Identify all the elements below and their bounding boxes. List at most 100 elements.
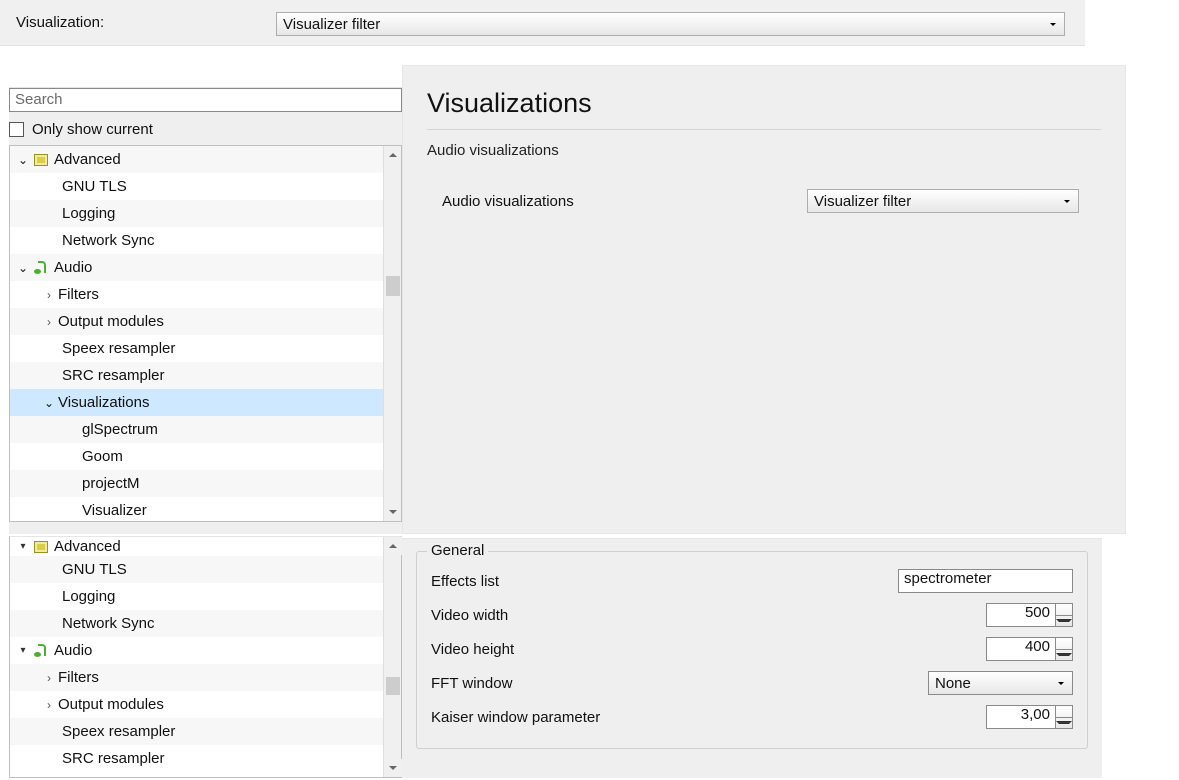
scroll-up-button[interactable]: [384, 146, 402, 164]
spin-down-icon[interactable]: [1056, 650, 1072, 661]
spin-up-icon[interactable]: [1056, 706, 1072, 718]
tree-item-speex[interactable]: Speex resampler: [10, 718, 401, 745]
settings-detail-panel: Visualizations Audio visualizations Audi…: [402, 65, 1126, 534]
tree-item-logging[interactable]: Logging: [10, 583, 401, 610]
tree-label: Audio: [54, 642, 92, 659]
tree-item-output-modules[interactable]: › Output modules: [10, 691, 401, 718]
effects-list-input[interactable]: spectrometer: [898, 569, 1073, 593]
general-group: General Effects list spectrometer Video …: [416, 551, 1088, 749]
scroll-down-button[interactable]: [384, 503, 402, 521]
video-height-spinner[interactable]: [1056, 637, 1073, 661]
chevron-right-icon[interactable]: ›: [40, 698, 58, 712]
tree-label: GNU TLS: [62, 561, 127, 578]
tree-label: Speex resampler: [62, 723, 175, 740]
video-height-label: Video height: [431, 641, 986, 658]
audio-visualizations-select[interactable]: Visualizer filter: [807, 189, 1079, 213]
general-group-legend: General: [427, 542, 488, 559]
tree-label: Logging: [62, 205, 115, 222]
chevron-down-icon[interactable]: ▾: [14, 541, 32, 552]
tree-item-goom[interactable]: Goom: [10, 443, 401, 470]
tree-item-filters[interactable]: › Filters: [10, 281, 401, 308]
scroll-down-button[interactable]: [384, 759, 402, 777]
tree-item-glspectrum[interactable]: glSpectrum: [10, 416, 401, 443]
kaiser-window-label: Kaiser window parameter: [431, 709, 986, 726]
page-title: Visualizations: [427, 88, 1101, 119]
fft-window-select-value: None: [935, 675, 971, 692]
tree-item-audio[interactable]: ▾ Audio: [10, 637, 401, 664]
settings-tree-secondary[interactable]: ▾ Advanced GNU TLS Logging Network Sync …: [9, 536, 402, 778]
spin-up-icon[interactable]: [1056, 604, 1072, 616]
search-placeholder: Search: [15, 91, 63, 108]
visualization-select[interactable]: Visualizer filter: [276, 12, 1065, 36]
tree-label: Network Sync: [62, 615, 155, 632]
audio-visualizations-select-value: Visualizer filter: [814, 193, 911, 210]
chevron-down-icon[interactable]: ⌄: [40, 396, 58, 410]
sidebar-container: Search Only show current ⌄ Advanced GNU …: [9, 87, 402, 534]
tree-label: Filters: [58, 286, 99, 303]
chevron-right-icon[interactable]: ›: [40, 315, 58, 329]
tree-item-network-sync[interactable]: Network Sync: [10, 610, 401, 637]
tree-item-visualizations[interactable]: ⌄ Visualizations: [10, 389, 401, 416]
tree-label: GNU TLS: [62, 178, 127, 195]
tree-scrollbar[interactable]: [383, 146, 401, 521]
chip-icon: [34, 541, 48, 553]
scroll-up-button[interactable]: [384, 537, 402, 555]
tree-item-network-sync[interactable]: Network Sync: [10, 227, 401, 254]
visualizer-properties-panel: General Effects list spectrometer Video …: [402, 538, 1102, 778]
divider: [427, 129, 1101, 130]
video-width-spinner[interactable]: [1056, 603, 1073, 627]
tree-item-filters[interactable]: › Filters: [10, 664, 401, 691]
tree-item-logging[interactable]: Logging: [10, 200, 401, 227]
tree-label: Filters: [58, 669, 99, 686]
tree-item-output-modules[interactable]: › Output modules: [10, 308, 401, 335]
chevron-right-icon[interactable]: ›: [40, 288, 58, 302]
tree-item-src[interactable]: SRC resampler: [10, 745, 401, 772]
param-label-audio-visualizations: Audio visualizations: [427, 193, 807, 210]
tree-label: projectM: [82, 475, 140, 492]
fft-window-label: FFT window: [431, 675, 928, 692]
tree-item-gnu-tls[interactable]: GNU TLS: [10, 556, 401, 583]
search-input[interactable]: Search: [9, 88, 402, 112]
music-note-icon: [34, 261, 48, 275]
tree-item-projectm[interactable]: projectM: [10, 470, 401, 497]
visualization-select-value: Visualizer filter: [283, 16, 380, 33]
tree-label: Speex resampler: [62, 340, 175, 357]
spin-up-icon[interactable]: [1056, 638, 1072, 650]
tree-item-src[interactable]: SRC resampler: [10, 362, 401, 389]
chevron-down-icon: [1064, 200, 1070, 203]
tree-label: Output modules: [58, 696, 164, 713]
video-height-input[interactable]: 400: [986, 637, 1056, 661]
kaiser-window-input[interactable]: 3,00: [986, 705, 1056, 729]
chevron-down-icon[interactable]: ⌄: [14, 261, 32, 275]
tree-label: glSpectrum: [82, 421, 158, 438]
top-settings-bar: Visualization: Visualizer filter: [0, 0, 1085, 46]
tree-label: Goom: [82, 448, 123, 465]
only-show-current-row[interactable]: Only show current: [9, 121, 402, 138]
tree-item-advanced[interactable]: ⌄ Advanced: [10, 146, 401, 173]
tree-item-speex[interactable]: Speex resampler: [10, 335, 401, 362]
tree-item-advanced[interactable]: ▾ Advanced: [10, 537, 401, 556]
spin-down-icon[interactable]: [1056, 718, 1072, 729]
tree-label: SRC resampler: [62, 750, 165, 767]
scroll-thumb[interactable]: [386, 677, 400, 695]
chevron-right-icon[interactable]: ›: [40, 671, 58, 685]
chip-icon: [34, 154, 48, 166]
chevron-down-icon[interactable]: ▾: [14, 645, 32, 656]
settings-tree[interactable]: ⌄ Advanced GNU TLS Logging Network Sync …: [9, 145, 402, 522]
tree-item-visualizer[interactable]: Visualizer: [10, 497, 401, 522]
fft-window-select[interactable]: None: [928, 671, 1073, 695]
spin-down-icon[interactable]: [1056, 616, 1072, 627]
chevron-down-icon[interactable]: ⌄: [14, 153, 32, 167]
scroll-thumb[interactable]: [386, 276, 400, 296]
visualization-label: Visualization:: [16, 14, 104, 31]
tree-label: Advanced: [54, 538, 121, 555]
video-width-input[interactable]: 500: [986, 603, 1056, 627]
only-show-current-checkbox[interactable]: [9, 122, 24, 137]
tree-label: SRC resampler: [62, 367, 165, 384]
tree-item-audio[interactable]: ⌄ Audio: [10, 254, 401, 281]
only-show-current-label: Only show current: [32, 121, 153, 138]
tree-item-gnu-tls[interactable]: GNU TLS: [10, 173, 401, 200]
tree-scrollbar[interactable]: [383, 537, 401, 777]
section-heading: Audio visualizations: [427, 142, 1101, 159]
kaiser-window-spinner[interactable]: [1056, 705, 1073, 729]
